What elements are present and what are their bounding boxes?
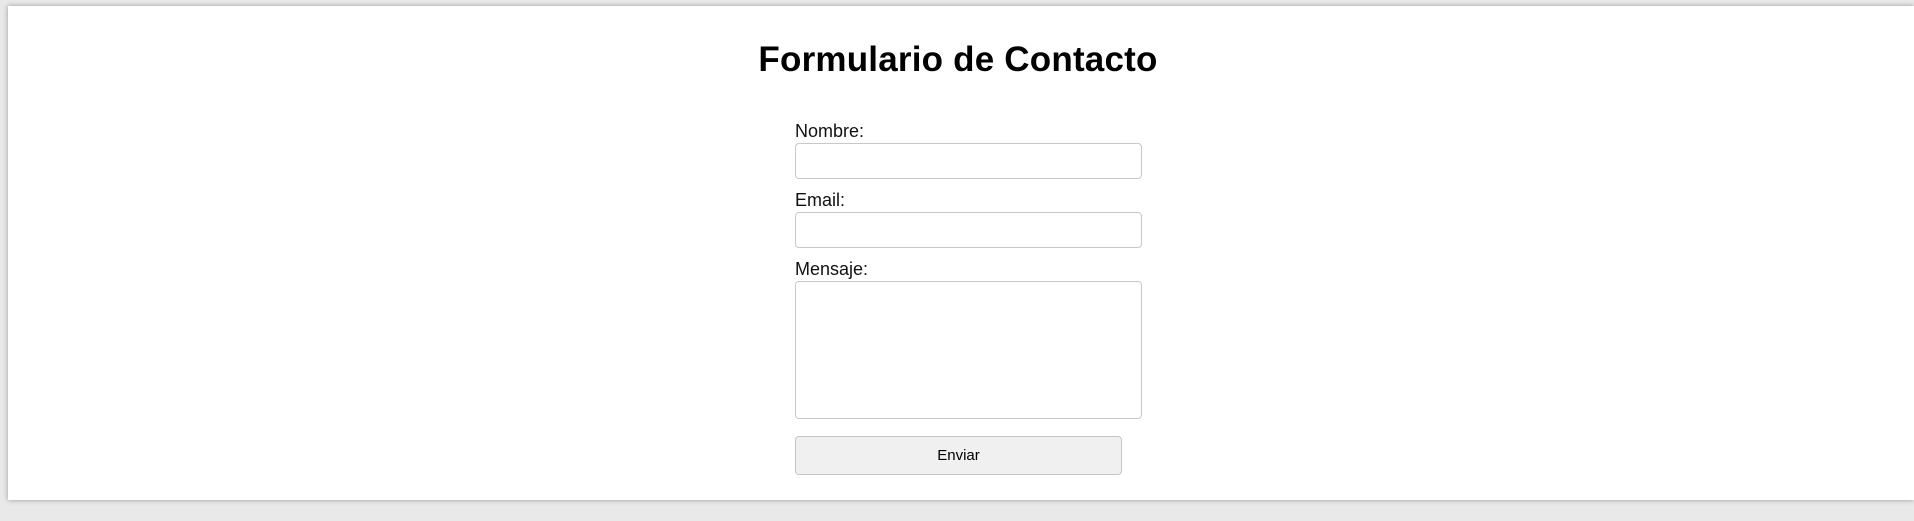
message-field[interactable] xyxy=(795,281,1142,419)
email-label: Email: xyxy=(795,190,846,210)
submit-button[interactable]: Enviar xyxy=(795,436,1122,475)
page-title: Formulario de Contacto xyxy=(758,40,1158,79)
email-field[interactable] xyxy=(795,212,1142,248)
name-field[interactable] xyxy=(795,143,1142,179)
contact-page: Formulario de Contacto Nombre: Email: Me… xyxy=(8,6,1914,500)
message-label: Mensaje: xyxy=(795,259,869,279)
name-label: Nombre: xyxy=(795,121,865,141)
contact-form: Nombre: Email: Mensaje: Enviar xyxy=(795,121,1195,475)
